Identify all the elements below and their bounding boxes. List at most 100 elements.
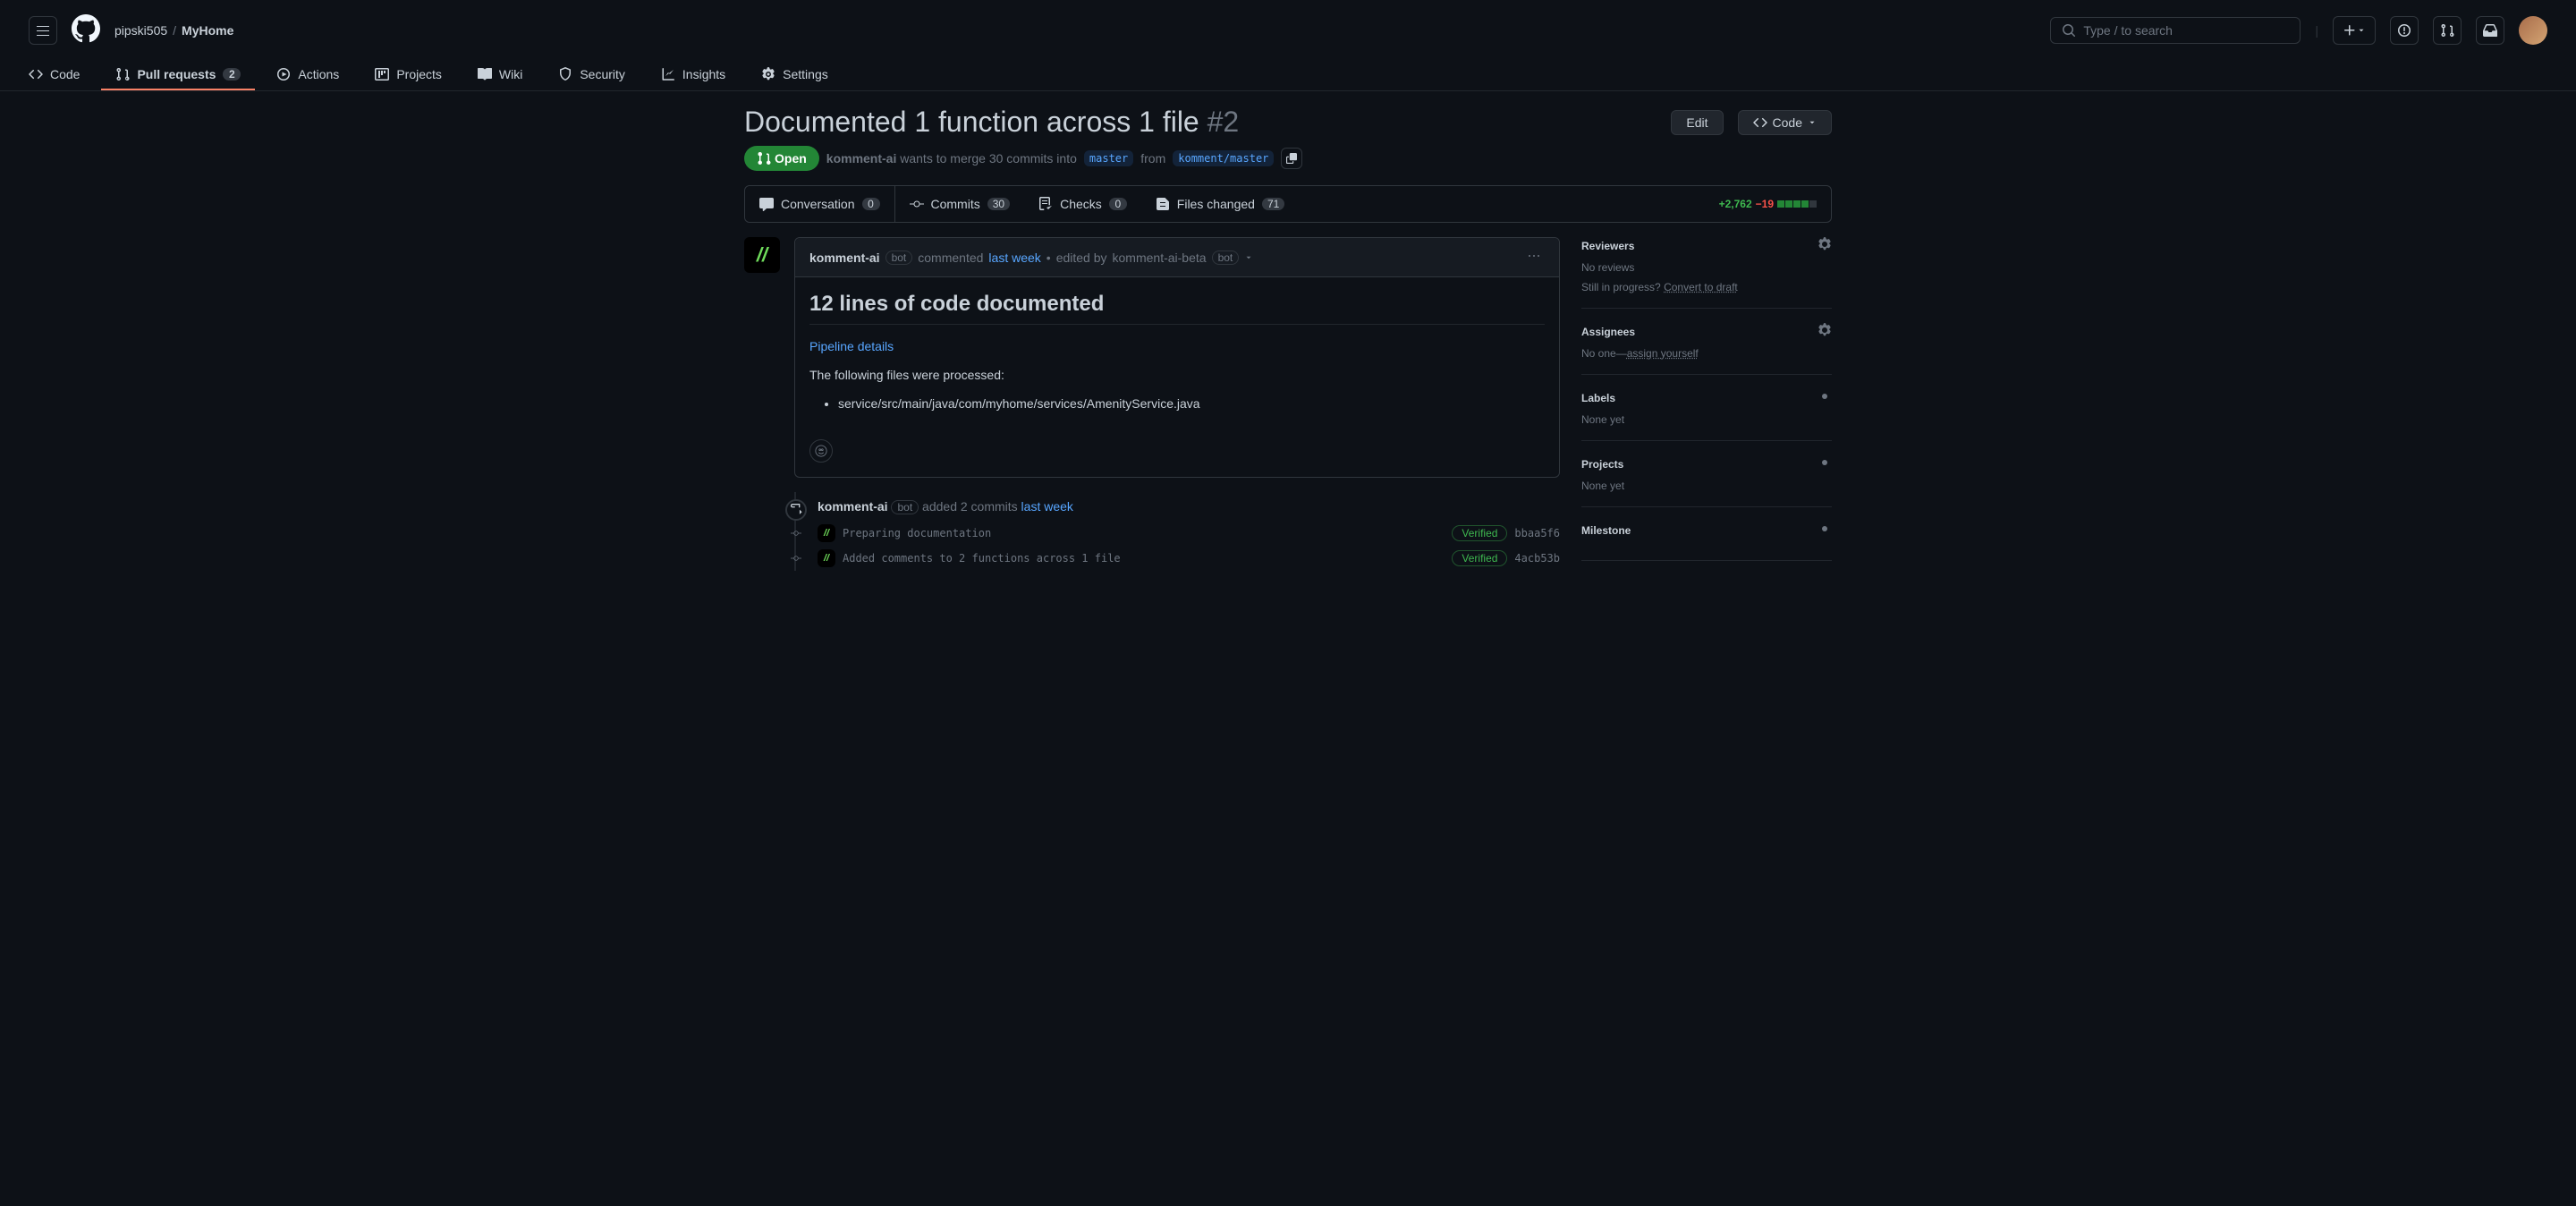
tab-pull-requests[interactable]: Pull requests 2 <box>101 60 255 90</box>
draft-question: Still in progress? <box>1581 281 1661 293</box>
tab-security[interactable]: Security <box>544 60 640 90</box>
notifications-button[interactable] <box>2476 16 2504 45</box>
tab-insights[interactable]: Insights <box>647 60 740 90</box>
pr-meta: Open komment-ai wants to merge 30 commit… <box>744 146 1832 171</box>
global-header: pipski505 / MyHome Type / to search | <box>0 0 2576 60</box>
pr-meta-text: komment-ai wants to merge 30 commits int… <box>826 151 1077 166</box>
assignees-gear[interactable] <box>1818 323 1832 340</box>
comment-author[interactable]: komment-ai <box>809 251 880 265</box>
pull-requests-button[interactable] <box>2433 16 2462 45</box>
bot-badge: bot <box>1212 251 1240 265</box>
pr-open-icon <box>757 151 771 166</box>
comment-heading: 12 lines of code documented <box>809 292 1545 325</box>
user-avatar[interactable] <box>2519 16 2547 45</box>
pr-author-link[interactable]: komment-ai <box>826 151 897 166</box>
pr-merge-text: wants to merge 30 commits into <box>900 151 1077 166</box>
commit-avatar[interactable]: // <box>818 549 835 567</box>
github-logo[interactable] <box>72 14 100 46</box>
bot-badge: bot <box>886 251 913 265</box>
labels-gear[interactable] <box>1818 389 1832 406</box>
bot-badge: bot <box>891 500 919 514</box>
verified-badge[interactable]: Verified <box>1452 525 1507 541</box>
pr-number: #2 <box>1208 106 1240 138</box>
gear-icon <box>761 67 775 81</box>
edited-by-text: edited by <box>1056 251 1107 265</box>
reviewers-gear[interactable] <box>1818 237 1832 254</box>
edit-button[interactable]: Edit <box>1671 110 1723 135</box>
pr-from-text: from <box>1140 151 1165 166</box>
graph-icon <box>661 67 675 81</box>
processed-file: service/src/main/java/com/myhome/service… <box>838 396 1545 411</box>
add-reaction-button[interactable] <box>809 439 833 463</box>
verified-badge[interactable]: Verified <box>1452 550 1507 566</box>
comment-menu-button[interactable] <box>1523 245 1545 269</box>
tab-pulls-label: Pull requests <box>137 67 216 81</box>
timeline-commits-event: komment-ai bot added 2 commits last week <box>818 492 1560 521</box>
breadcrumb-separator: / <box>173 23 176 38</box>
commit-avatar[interactable]: // <box>818 524 835 542</box>
repo-breadcrumb: pipski505 / MyHome <box>114 23 233 38</box>
pr-state-text: Open <box>775 151 807 166</box>
header-divider: | <box>2315 23 2318 38</box>
comment-header: komment-ai bot commented last week • edi… <box>795 238 1559 277</box>
processed-text: The following files were processed: <box>809 368 1545 382</box>
tab-actions-label: Actions <box>298 67 339 81</box>
tab-security-label: Security <box>580 67 625 81</box>
assign-yourself-link[interactable]: assign yourself <box>1627 347 1699 360</box>
issues-button[interactable] <box>2390 16 2419 45</box>
tab-projects[interactable]: Projects <box>360 60 456 90</box>
play-icon <box>276 67 291 81</box>
base-branch[interactable]: master <box>1084 150 1133 166</box>
assignees-prefix: No one— <box>1581 347 1627 360</box>
gear-icon <box>1818 455 1832 470</box>
comment-time[interactable]: last week <box>988 251 1040 265</box>
owner-link[interactable]: pipski505 <box>114 23 167 38</box>
inbox-icon <box>2483 23 2497 38</box>
commented-text: commented <box>918 251 983 265</box>
comment-avatar[interactable]: // <box>744 237 780 273</box>
file-diff-icon <box>1156 197 1170 211</box>
create-new-button[interactable] <box>2333 16 2376 45</box>
tab-conversation[interactable]: Conversation 0 <box>745 186 895 222</box>
diffstat: +2,762 −19 <box>1705 198 1831 210</box>
head-branch[interactable]: komment/master <box>1173 150 1274 166</box>
tab-actions[interactable]: Actions <box>262 60 353 90</box>
convert-to-draft-link[interactable]: Convert to draft <box>1664 281 1738 293</box>
sidebar-labels: Labels None yet <box>1581 375 1832 441</box>
milestone-title: Milestone <box>1581 524 1631 537</box>
files-count: 71 <box>1262 198 1284 210</box>
hamburger-menu[interactable] <box>29 16 57 45</box>
tab-files[interactable]: Files changed 71 <box>1141 186 1300 222</box>
tab-settings[interactable]: Settings <box>747 60 843 90</box>
gear-icon <box>1818 389 1832 403</box>
tab-checks[interactable]: Checks 0 <box>1024 186 1141 222</box>
commit-marker-icon <box>791 553 801 564</box>
search-input[interactable]: Type / to search <box>2050 17 2301 44</box>
tab-files-label: Files changed <box>1177 197 1255 211</box>
repo-link[interactable]: MyHome <box>182 23 233 38</box>
sidebar-reviewers: Reviewers No reviews Still in progress? … <box>1581 237 1832 309</box>
copy-branch-button[interactable] <box>1281 148 1302 169</box>
tab-wiki[interactable]: Wiki <box>463 60 537 90</box>
timeline-text: komment-ai bot added 2 commits last week <box>818 499 1560 514</box>
projects-gear[interactable] <box>1818 455 1832 472</box>
timeline-time[interactable]: last week <box>1021 499 1073 514</box>
code-dropdown-button[interactable]: Code <box>1738 110 1832 135</box>
comment-body: 12 lines of code documented Pipeline det… <box>795 277 1559 439</box>
checklist-icon <box>1038 197 1053 211</box>
gear-icon <box>1818 522 1832 536</box>
gear-icon <box>1818 237 1832 251</box>
search-icon <box>2062 23 2076 38</box>
tab-settings-label: Settings <box>783 67 828 81</box>
tab-commits[interactable]: Commits 30 <box>895 186 1025 222</box>
pipeline-details-link[interactable]: Pipeline details <box>809 339 894 353</box>
labels-title: Labels <box>1581 392 1615 404</box>
labels-body: None yet <box>1581 413 1832 426</box>
conversation-count: 0 <box>862 198 880 210</box>
github-icon <box>72 14 100 43</box>
tab-code[interactable]: Code <box>14 60 94 90</box>
pr-state-badge: Open <box>744 146 819 171</box>
caret-down-icon[interactable] <box>1244 253 1253 262</box>
timeline-author[interactable]: komment-ai <box>818 499 888 514</box>
milestone-gear[interactable] <box>1818 522 1832 539</box>
